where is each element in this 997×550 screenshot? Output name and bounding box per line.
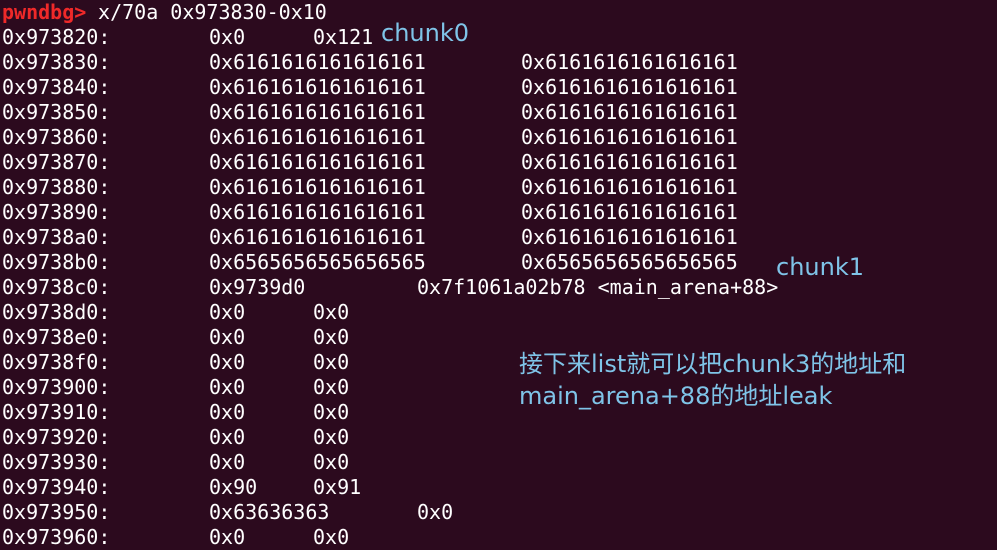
memory-value-2: 0x7f1061a02b78 <main_arena+88> <box>417 275 779 299</box>
memory-value-2: 0x6161616161616161 <box>521 100 738 124</box>
memory-value-1: 0x6161616161616161 <box>209 100 426 124</box>
memory-address: 0x9738a0: <box>2 225 111 249</box>
memory-value-2: 0x0 <box>313 450 350 474</box>
memory-value-2: 0x91 <box>313 475 362 499</box>
memory-value-1: 0x63636363 <box>209 500 330 524</box>
memory-value-1: 0x0 <box>209 375 246 399</box>
memory-address: 0x9738c0: <box>2 275 111 299</box>
memory-value-1: 0x6161616161616161 <box>209 225 426 249</box>
memory-value-1: 0x90 <box>209 475 258 499</box>
memory-value-2: 0x0 <box>313 350 350 374</box>
memory-row: 0x973830: 0x6161616161616161 0x61616161616… <box>2 50 992 75</box>
memory-value-1: 0x0 <box>209 450 246 474</box>
memory-value-2: 0x6161616161616161 <box>521 175 738 199</box>
memory-address: 0x973920: <box>2 425 111 449</box>
memory-value-1: 0x0 <box>209 425 246 449</box>
memory-address: 0x973890: <box>2 200 111 224</box>
memory-value-1: 0x6161616161616161 <box>209 125 426 149</box>
memory-address: 0x973870: <box>2 150 111 174</box>
memory-row: 0x973890: 0x6161616161616161 0x61616161616… <box>2 200 992 225</box>
memory-value-1: 0x9739d0 <box>209 275 306 299</box>
memory-value-2: 0x6161616161616161 <box>521 75 738 99</box>
memory-address: 0x973850: <box>2 100 111 124</box>
command-line: pwndbg> x/70a 0x973830-0x10 <box>2 0 992 25</box>
memory-address: 0x973950: <box>2 500 111 524</box>
memory-address: 0x9738b0: <box>2 250 111 274</box>
memory-value-2: 0x0 <box>313 525 350 549</box>
chunk1-annotation: chunk1 <box>776 253 864 281</box>
memory-row: 0x973850: 0x6161616161616161 0x61616161616… <box>2 100 992 125</box>
memory-row: 0x973930: 0x0 0x0 <box>2 450 992 475</box>
memory-value-1: 0x6161616161616161 <box>209 50 426 74</box>
memory-value-2: 0x6161616161616161 <box>521 150 738 174</box>
memory-value-1: 0x0 <box>209 400 246 424</box>
memory-address: 0x973840: <box>2 75 111 99</box>
memory-row: 0x9738a0: 0x6161616161616161 0x61616161616… <box>2 225 992 250</box>
memory-value-1: 0x0 <box>209 325 246 349</box>
memory-row: 0x973950: 0x63636363 0x0 <box>2 500 992 525</box>
memory-row: 0x973880: 0x6161616161616161 0x61616161616… <box>2 175 992 200</box>
memory-value-1: 0x0 <box>209 525 246 549</box>
memory-row: 0x973960: 0x0 0x0 <box>2 525 992 550</box>
memory-value-1: 0x6161616161616161 <box>209 175 426 199</box>
memory-value-1: 0x6161616161616161 <box>209 150 426 174</box>
memory-value-1: 0x6161616161616161 <box>209 200 426 224</box>
chunk0-annotation: chunk0 <box>381 19 469 47</box>
memory-value-2: 0x6161616161616161 <box>521 200 738 224</box>
memory-address: 0x973940: <box>2 475 111 499</box>
memory-address: 0x973910: <box>2 400 111 424</box>
memory-address: 0x973860: <box>2 125 111 149</box>
memory-row: 0x973840: 0x6161616161616161 0x61616161616… <box>2 75 992 100</box>
memory-value-2: 0x6565656565656565 <box>521 250 738 274</box>
note-annotation-line2: main_arena+88的地址leak <box>519 382 833 410</box>
memory-row: 0x973940: 0x90 0x91 <box>2 475 992 500</box>
memory-address: 0x973820: <box>2 25 111 49</box>
memory-address: 0x973880: <box>2 175 111 199</box>
prompt-label: pwndbg> <box>2 0 87 24</box>
memory-value-1: 0x6161616161616161 <box>209 75 426 99</box>
memory-value-1: 0x0 <box>209 25 246 49</box>
memory-value-2: 0x0 <box>313 300 350 324</box>
memory-value-2: 0x6161616161616161 <box>521 50 738 74</box>
memory-value-1: 0x6565656565656565 <box>209 250 426 274</box>
memory-value-2: 0x0 <box>313 425 350 449</box>
memory-row: 0x9738d0: 0x0 0x0 <box>2 300 992 325</box>
memory-row: 0x973860: 0x6161616161616161 0x61616161616… <box>2 125 992 150</box>
memory-address: 0x973960: <box>2 525 111 549</box>
memory-value-2: 0x121 <box>313 25 374 49</box>
memory-address: 0x973930: <box>2 450 111 474</box>
memory-value-2: 0x0 <box>417 500 454 524</box>
note-annotation-line1: 接下来list就可以把chunk3的地址和 <box>519 350 907 378</box>
memory-row: 0x973910: 0x0 0x0 <box>2 400 992 425</box>
memory-address: 0x9738f0: <box>2 350 111 374</box>
memory-row: 0x973920: 0x0 0x0 <box>2 425 992 450</box>
memory-value-2: 0x0 <box>313 400 350 424</box>
memory-value-1: 0x0 <box>209 350 246 374</box>
memory-value-2: 0x0 <box>313 375 350 399</box>
memory-address: 0x9738e0: <box>2 325 111 349</box>
memory-value-2: 0x6161616161616161 <box>521 125 738 149</box>
memory-value-2: 0x6161616161616161 <box>521 225 738 249</box>
command-text: x/70a 0x973830-0x10 <box>86 0 327 24</box>
memory-address: 0x973900: <box>2 375 111 399</box>
memory-value-1: 0x0 <box>209 300 246 324</box>
memory-value-2: 0x0 <box>313 325 350 349</box>
memory-address: 0x9738d0: <box>2 300 111 324</box>
terminal-window[interactable]: pwndbg> x/70a 0x973830-0x10 0x973820: 0x0… <box>0 0 997 550</box>
memory-row: 0x973870: 0x6161616161616161 0x61616161616… <box>2 150 992 175</box>
memory-row: 0x973820: 0x0 0x121 <box>2 25 992 50</box>
memory-address: 0x973830: <box>2 50 111 74</box>
